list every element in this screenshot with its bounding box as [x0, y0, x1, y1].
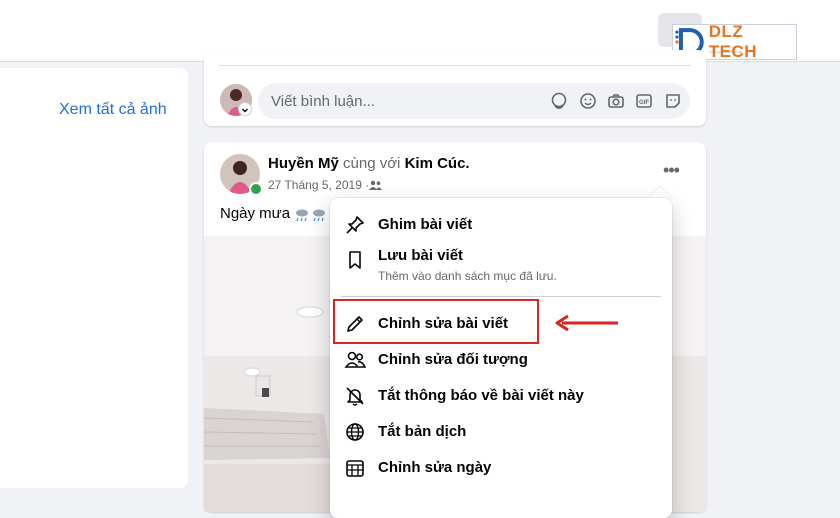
comment-placeholder[interactable]: Viết bình luận... [271, 93, 375, 110]
menu-item-pin-post[interactable]: Ghim bài viết [378, 216, 472, 233]
online-status-dot [249, 182, 263, 196]
author-name[interactable]: Huyền Mỹ [268, 155, 339, 172]
menu-item-edit-date[interactable]: Chỉnh sửa ngày [378, 459, 491, 476]
see-all-photos-link[interactable]: Xem tất cả ảnh [59, 101, 167, 119]
sticker-icon[interactable] [663, 91, 683, 111]
menu-item-turn-off-notifications[interactable]: Tắt thông báo về bài viết này [378, 387, 584, 404]
rain-cloud-icon [296, 209, 308, 222]
bookmark-icon [349, 251, 361, 269]
save-post-description: Thêm vào danh sách mục đã lưu. [378, 269, 557, 283]
friends-audience-icon[interactable] [369, 180, 382, 190]
camera-icon[interactable] [606, 91, 626, 111]
menu-item-save-post[interactable]: Lưu bài viết [378, 247, 463, 264]
chevron-down-icon[interactable] [239, 103, 251, 115]
gif-icon[interactable]: GIF [634, 91, 654, 111]
bell-off-icon [346, 387, 364, 406]
post-text: Ngày mưa [220, 205, 291, 222]
logo-brand-text: DLZ TECH [708, 24, 757, 60]
avatar-sticker-icon[interactable] [549, 91, 569, 111]
more-options-button[interactable]: ••• [660, 161, 682, 184]
divider [219, 65, 691, 66]
menu-item-edit-audience[interactable]: Chỉnh sửa đối tượng [378, 351, 528, 368]
post-date[interactable]: 27 Tháng 5, 2019 · [268, 178, 369, 192]
pin-icon [346, 216, 364, 234]
with-text: cùng với [343, 155, 401, 172]
photos-panel [0, 68, 188, 488]
tagged-friend[interactable]: Kim Cúc. [405, 155, 470, 172]
globe-icon [346, 423, 364, 441]
rain-cloud-icon [313, 209, 325, 222]
emoji-icon[interactable] [578, 91, 598, 111]
post-author-line: Huyền Mỹ cùng với Kim Cúc. [268, 155, 470, 172]
menu-item-turn-off-translation[interactable]: Tắt bản dịch [378, 423, 466, 440]
logo-tagline: Công nghệ & Dịch vụ Số [709, 50, 742, 54]
highlight-box [333, 299, 539, 344]
svg-text:GIF: GIF [639, 100, 649, 106]
red-arrow-annotation [555, 314, 618, 332]
people-icon [344, 351, 366, 368]
calendar-icon [346, 460, 364, 477]
menu-divider [341, 296, 661, 297]
